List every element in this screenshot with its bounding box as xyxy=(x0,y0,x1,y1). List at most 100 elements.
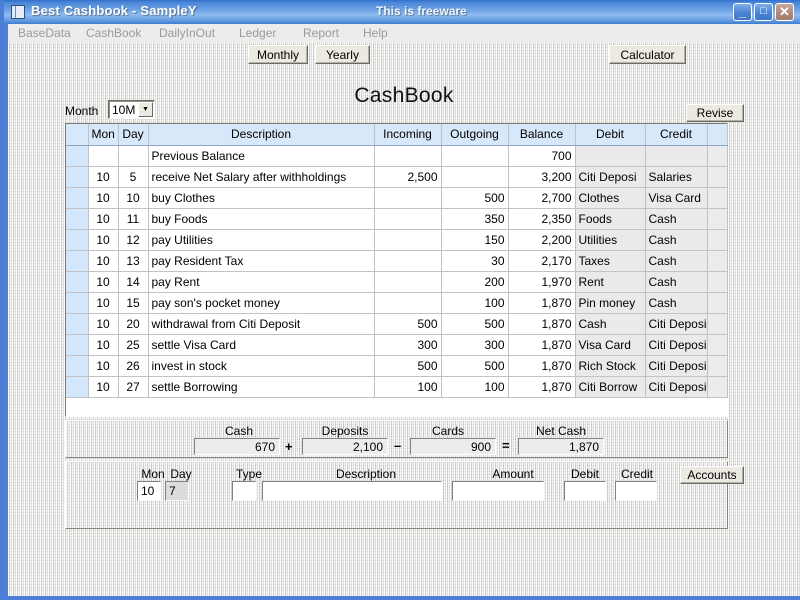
cell-outgoing[interactable]: 300 xyxy=(441,334,508,355)
cell-description[interactable]: pay Resident Tax xyxy=(148,250,374,271)
cell-outgoing[interactable] xyxy=(441,145,508,166)
row-selector-cell[interactable] xyxy=(66,145,88,166)
cell-incoming[interactable] xyxy=(374,292,441,313)
cell-day[interactable]: 13 xyxy=(118,250,148,271)
cell-mon[interactable]: 10 xyxy=(88,292,118,313)
cell-debit[interactable]: Rich Stock xyxy=(575,355,645,376)
cell-mon[interactable]: 10 xyxy=(88,376,118,397)
cell-outgoing[interactable]: 30 xyxy=(441,250,508,271)
table-row[interactable]: 1025settle Visa Card3003001,870Visa Card… xyxy=(66,334,727,355)
cell-day[interactable]: 14 xyxy=(118,271,148,292)
cell-credit[interactable]: Cash xyxy=(645,292,707,313)
minimize-button[interactable]: _ xyxy=(733,3,752,21)
accounts-button[interactable]: Accounts xyxy=(680,466,744,484)
cell-debit[interactable]: Citi Borrow xyxy=(575,376,645,397)
cell-outgoing[interactable]: 500 xyxy=(441,187,508,208)
cell-outgoing[interactable] xyxy=(441,166,508,187)
menu-item-report[interactable]: Report xyxy=(303,26,339,40)
cell-description[interactable]: withdrawal from Citi Deposit xyxy=(148,313,374,334)
cell-description[interactable]: settle Visa Card xyxy=(148,334,374,355)
cell-balance[interactable]: 1,870 xyxy=(508,313,575,334)
monthly-button[interactable]: Monthly xyxy=(248,45,308,64)
row-selector-cell[interactable] xyxy=(66,376,88,397)
cell-debit[interactable]: Visa Card xyxy=(575,334,645,355)
cell-credit[interactable]: Cash xyxy=(645,208,707,229)
cell-credit[interactable]: Citi Deposi xyxy=(645,376,707,397)
column-header-day[interactable]: Day xyxy=(118,124,148,145)
cell-outgoing[interactable]: 100 xyxy=(441,376,508,397)
column-header-mon[interactable]: Mon xyxy=(88,124,118,145)
table-row[interactable]: 1026invest in stock5005001,870Rich Stock… xyxy=(66,355,727,376)
cell-incoming[interactable] xyxy=(374,271,441,292)
cell-debit[interactable] xyxy=(575,145,645,166)
table-row[interactable]: 1014pay Rent2001,970RentCash xyxy=(66,271,727,292)
column-header-incoming[interactable]: Incoming xyxy=(374,124,441,145)
cell-outgoing[interactable]: 350 xyxy=(441,208,508,229)
cell-mon[interactable]: 10 xyxy=(88,250,118,271)
cell-mon[interactable]: 10 xyxy=(88,271,118,292)
cell-day[interactable]: 26 xyxy=(118,355,148,376)
cell-credit[interactable] xyxy=(645,145,707,166)
column-header-selector[interactable] xyxy=(66,124,88,145)
cell-incoming[interactable]: 2,500 xyxy=(374,166,441,187)
row-selector-cell[interactable] xyxy=(66,250,88,271)
entry-debit-input[interactable] xyxy=(564,481,606,501)
cell-description[interactable]: pay son's pocket money xyxy=(148,292,374,313)
menu-item-basedata[interactable]: BaseData xyxy=(18,26,71,40)
month-select[interactable]: 10M ▼ xyxy=(108,100,155,119)
cell-debit[interactable]: Utilities xyxy=(575,229,645,250)
cell-credit[interactable]: Visa Card xyxy=(645,187,707,208)
cell-day[interactable]: 20 xyxy=(118,313,148,334)
cell-outgoing[interactable]: 100 xyxy=(441,292,508,313)
table-row[interactable]: 1010buy Clothes5002,700ClothesVisa Card xyxy=(66,187,727,208)
row-selector-cell[interactable] xyxy=(66,187,88,208)
cell-description[interactable]: settle Borrowing xyxy=(148,376,374,397)
cell-balance[interactable]: 1,870 xyxy=(508,334,575,355)
row-selector-cell[interactable] xyxy=(66,271,88,292)
cell-incoming[interactable] xyxy=(374,187,441,208)
column-header-balance[interactable]: Balance xyxy=(508,124,575,145)
row-selector-cell[interactable] xyxy=(66,334,88,355)
entry-type-input[interactable] xyxy=(232,481,256,501)
cell-credit[interactable]: Citi Deposi xyxy=(645,334,707,355)
close-button[interactable]: ✕ xyxy=(775,3,794,21)
cell-mon[interactable]: 10 xyxy=(88,355,118,376)
cell-incoming[interactable]: 300 xyxy=(374,334,441,355)
cell-outgoing[interactable]: 200 xyxy=(441,271,508,292)
column-header-credit[interactable]: Credit xyxy=(645,124,707,145)
cell-incoming[interactable]: 100 xyxy=(374,376,441,397)
entry-description-input[interactable] xyxy=(262,481,442,501)
cell-credit[interactable]: Cash xyxy=(645,229,707,250)
cell-credit[interactable]: Cash xyxy=(645,250,707,271)
cell-outgoing[interactable]: 500 xyxy=(441,355,508,376)
cell-credit[interactable]: Cash xyxy=(645,271,707,292)
cell-description[interactable]: receive Net Salary after withholdings xyxy=(148,166,374,187)
cell-debit[interactable]: Cash xyxy=(575,313,645,334)
cell-description[interactable]: pay Utilities xyxy=(148,229,374,250)
table-row[interactable]: Previous Balance700 xyxy=(66,145,727,166)
cell-mon[interactable]: 10 xyxy=(88,208,118,229)
column-header-debit[interactable]: Debit xyxy=(575,124,645,145)
cell-balance[interactable]: 2,170 xyxy=(508,250,575,271)
menu-item-help[interactable]: Help xyxy=(363,26,388,40)
cell-balance[interactable]: 1,870 xyxy=(508,355,575,376)
menu-item-cashbook[interactable]: CashBook xyxy=(86,26,141,40)
cashbook-grid[interactable]: Mon Day Description Incoming Outgoing Ba… xyxy=(65,123,728,417)
menu-item-ledger[interactable]: Ledger xyxy=(239,26,276,40)
cell-balance[interactable]: 3,200 xyxy=(508,166,575,187)
cell-description[interactable]: buy Foods xyxy=(148,208,374,229)
cell-debit[interactable]: Taxes xyxy=(575,250,645,271)
table-row[interactable]: 1011buy Foods3502,350FoodsCash xyxy=(66,208,727,229)
cell-balance[interactable]: 700 xyxy=(508,145,575,166)
cell-credit[interactable]: Citi Deposi xyxy=(645,355,707,376)
cell-debit[interactable]: Clothes xyxy=(575,187,645,208)
cell-balance[interactable]: 1,970 xyxy=(508,271,575,292)
cell-day[interactable]: 5 xyxy=(118,166,148,187)
cell-mon[interactable]: 10 xyxy=(88,187,118,208)
column-header-description[interactable]: Description xyxy=(148,124,374,145)
yearly-button[interactable]: Yearly xyxy=(315,45,370,64)
row-selector-cell[interactable] xyxy=(66,229,88,250)
calculator-button[interactable]: Calculator xyxy=(609,45,686,64)
cell-balance[interactable]: 2,200 xyxy=(508,229,575,250)
table-row[interactable]: 1027settle Borrowing1001001,870Citi Borr… xyxy=(66,376,727,397)
